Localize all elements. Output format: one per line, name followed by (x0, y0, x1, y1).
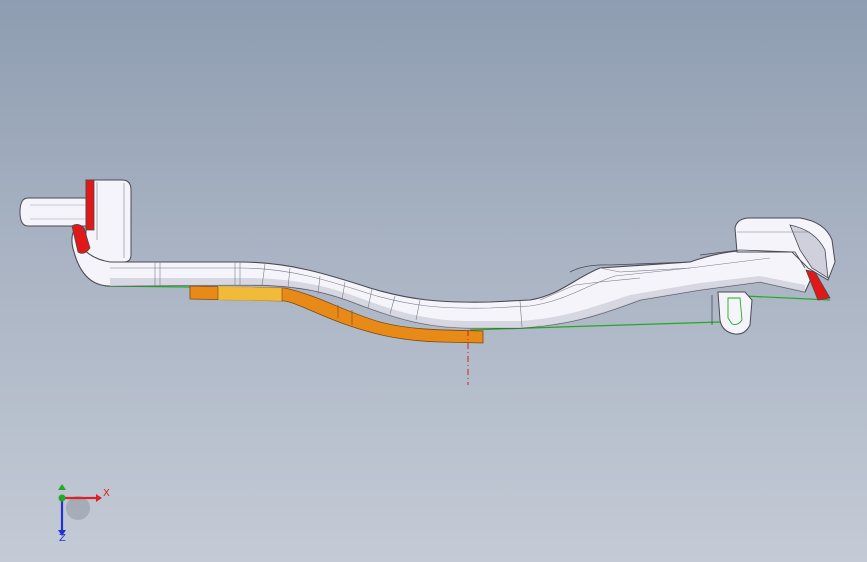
left-pin (19, 197, 87, 227)
graphics-viewport[interactable]: X Z (0, 0, 867, 562)
clip-hook (711, 291, 753, 335)
z-axis-label: Z (59, 533, 66, 544)
x-axis-label: X (103, 488, 110, 499)
left-tab (85, 179, 132, 263)
main-strip (71, 224, 831, 329)
coordinate-triad: X Z (40, 478, 120, 548)
model-view[interactable] (0, 0, 867, 562)
